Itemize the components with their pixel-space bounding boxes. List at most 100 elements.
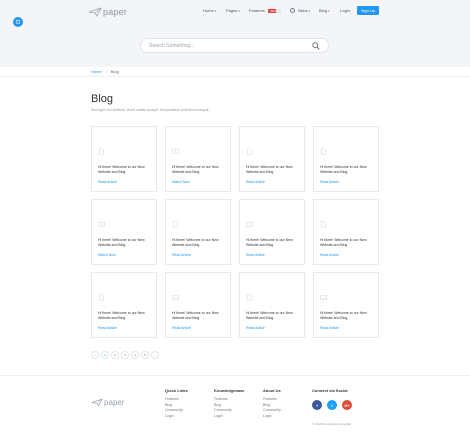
nav-skins[interactable]: Skins ▾ bbox=[298, 8, 310, 13]
breadcrumb-home[interactable]: Home bbox=[91, 69, 102, 74]
card-title[interactable]: Hi there! Welcome to our New Website and… bbox=[98, 238, 154, 248]
document-icon bbox=[98, 142, 105, 155]
card-link[interactable]: Read Article bbox=[98, 180, 117, 184]
blog-card[interactable]: Hi there! Welcome to our New Website and… bbox=[165, 272, 231, 338]
nav-blog-label: Blog bbox=[319, 8, 328, 13]
card-title[interactable]: Hi there! Welcome to our New Website and… bbox=[172, 165, 228, 175]
chevron-down-icon: ▾ bbox=[308, 8, 311, 13]
nav-home-label: Home bbox=[203, 8, 214, 13]
pagination-page-button[interactable]: 3 bbox=[121, 351, 129, 359]
top-nav: Home ▾ Pages ▾ Features NEW Skins ▾ Blog ▾ Lo… bbox=[0, 8, 470, 16]
footer-link[interactable]: Login bbox=[214, 414, 244, 420]
blog-card-grid: Hi there! Welcome to our New Website and… bbox=[91, 126, 379, 338]
footer-link[interactable]: Login bbox=[263, 414, 281, 420]
card-link[interactable]: Read Article bbox=[320, 180, 339, 184]
blog-card[interactable]: Hi there! Welcome to our New Website and… bbox=[91, 272, 157, 338]
document-icon bbox=[320, 215, 327, 228]
pagination: ‹ 1 2 3 4 5 › bbox=[91, 351, 159, 359]
pagination-page-button[interactable]: 5 bbox=[141, 351, 149, 359]
nav-pages[interactable]: Pages ▾ bbox=[226, 8, 240, 13]
card-title[interactable]: Hi there! Welcome to our New Website and… bbox=[246, 165, 302, 175]
blog-card[interactable]: Hi there! Welcome to our New Website and… bbox=[313, 126, 379, 192]
card-title[interactable]: Hi there! Welcome to our New Website and… bbox=[320, 311, 376, 321]
facebook-icon[interactable]: f bbox=[312, 400, 322, 410]
card-link[interactable]: Read Article bbox=[98, 326, 117, 330]
blog-card[interactable]: Hi there! Welcome to our New Website and… bbox=[91, 199, 157, 265]
footer-social-column: Connect via Social bbox=[312, 388, 348, 397]
card-title[interactable]: Hi there! Welcome to our New Website and… bbox=[320, 165, 376, 175]
language-flag-icon[interactable] bbox=[276, 9, 281, 13]
pagination-page-button[interactable]: 4 bbox=[131, 351, 139, 359]
card-title[interactable]: Hi there! Welcome to our New Website and… bbox=[320, 238, 376, 248]
nav-features[interactable]: Features NEW bbox=[249, 8, 279, 13]
footer-link[interactable]: Login bbox=[165, 414, 188, 420]
breadcrumb-separator: / bbox=[105, 69, 107, 74]
document-icon bbox=[98, 288, 105, 301]
footer-link[interactable]: Community bbox=[263, 408, 281, 414]
blog-card[interactable]: Hi there! Welcome to our New Website and… bbox=[239, 199, 305, 265]
pagination-page-button[interactable]: 2 bbox=[111, 351, 119, 359]
card-link[interactable]: Watch Now bbox=[98, 253, 116, 257]
footer-brand-name: paper bbox=[104, 398, 125, 407]
footer-heading: Knowledgebase bbox=[214, 388, 245, 393]
blog-card[interactable]: Hi there! Welcome to our New Website and… bbox=[313, 199, 379, 265]
card-title[interactable]: Hi there! Welcome to our New Website and… bbox=[172, 311, 228, 321]
blog-card[interactable]: Hi there! Welcome to our New Website and… bbox=[313, 272, 379, 338]
footer-heading: Connect via Social bbox=[312, 388, 348, 393]
nav-skins-label: Skins bbox=[298, 8, 308, 13]
card-link[interactable]: Read Article bbox=[246, 180, 265, 184]
footer-about: About Us Features Blog Community Login bbox=[263, 388, 281, 419]
image-icon bbox=[172, 288, 179, 301]
chat-button[interactable] bbox=[13, 17, 23, 27]
footer-heading: Quick Links bbox=[165, 388, 188, 393]
blog-card[interactable]: Hi there! Welcome to our New Website and… bbox=[239, 272, 305, 338]
card-title[interactable]: Hi there! Welcome to our New Website and… bbox=[172, 238, 228, 248]
footer-logo[interactable]: paper bbox=[91, 398, 124, 407]
card-link[interactable]: Read Article bbox=[246, 326, 265, 330]
twitter-icon[interactable]: t bbox=[327, 400, 337, 410]
chevron-down-icon: ▾ bbox=[238, 8, 240, 13]
card-link[interactable]: Read Article bbox=[172, 326, 191, 330]
card-link[interactable]: Watch Now bbox=[172, 180, 190, 184]
signup-button[interactable]: Sign Up bbox=[357, 6, 379, 15]
card-link[interactable]: Read Article bbox=[320, 326, 339, 330]
pagination-prev-button[interactable]: ‹ bbox=[91, 351, 99, 359]
chevron-down-icon: ▾ bbox=[214, 8, 217, 13]
social-links: f t G+ bbox=[312, 400, 352, 410]
nav-blog[interactable]: Blog ▾ bbox=[319, 8, 330, 13]
breadcrumb: Home / Blog bbox=[91, 69, 119, 74]
document-icon bbox=[246, 288, 253, 301]
blog-card[interactable]: Hi there! Welcome to our New Website and… bbox=[91, 126, 157, 192]
card-title[interactable]: Hi there! Welcome to our New Website and… bbox=[98, 311, 154, 321]
card-link[interactable]: Read Article bbox=[246, 253, 265, 257]
search-bar bbox=[140, 38, 329, 53]
card-link[interactable]: Read Article bbox=[320, 253, 339, 257]
video-icon bbox=[98, 215, 105, 227]
image-icon bbox=[246, 215, 253, 228]
nav-pages-label: Pages bbox=[226, 8, 238, 13]
document-icon bbox=[172, 215, 179, 228]
pagination-page-button[interactable]: 1 bbox=[101, 351, 109, 359]
nav-login[interactable]: Login bbox=[340, 8, 350, 13]
globe-icon bbox=[290, 8, 295, 13]
footer: paper Quick Links Features Blog Communit… bbox=[0, 375, 470, 433]
copyright: © 2018 Knowledge Copyright bbox=[312, 422, 352, 426]
blog-card[interactable]: Hi there! Welcome to our New Website and… bbox=[239, 126, 305, 192]
card-title[interactable]: Hi there! Welcome to our New Website and… bbox=[98, 165, 154, 175]
card-title[interactable]: Hi there! Welcome to our New Website and… bbox=[246, 238, 302, 248]
card-title[interactable]: Hi there! Welcome to our New Website and… bbox=[246, 311, 302, 321]
google-plus-icon[interactable]: G+ bbox=[342, 400, 352, 410]
document-icon bbox=[320, 142, 327, 155]
chat-icon bbox=[15, 19, 21, 24]
video-icon bbox=[172, 142, 179, 154]
page-subtitle: Sed eget orci eleifend, tincid mattis su… bbox=[91, 108, 210, 112]
page-title: Blog bbox=[91, 93, 114, 105]
pagination-next-button[interactable]: › bbox=[151, 351, 159, 359]
chevron-down-icon: ▾ bbox=[328, 8, 330, 13]
nav-home[interactable]: Home ▾ bbox=[203, 8, 216, 13]
search-icon[interactable] bbox=[312, 42, 320, 50]
blog-card[interactable]: Hi there! Welcome to our New Website and… bbox=[165, 199, 231, 265]
blog-card[interactable]: Hi there! Welcome to our New Website and… bbox=[165, 126, 231, 192]
search-input[interactable] bbox=[149, 41, 299, 51]
card-link[interactable]: Read Article bbox=[172, 253, 191, 257]
